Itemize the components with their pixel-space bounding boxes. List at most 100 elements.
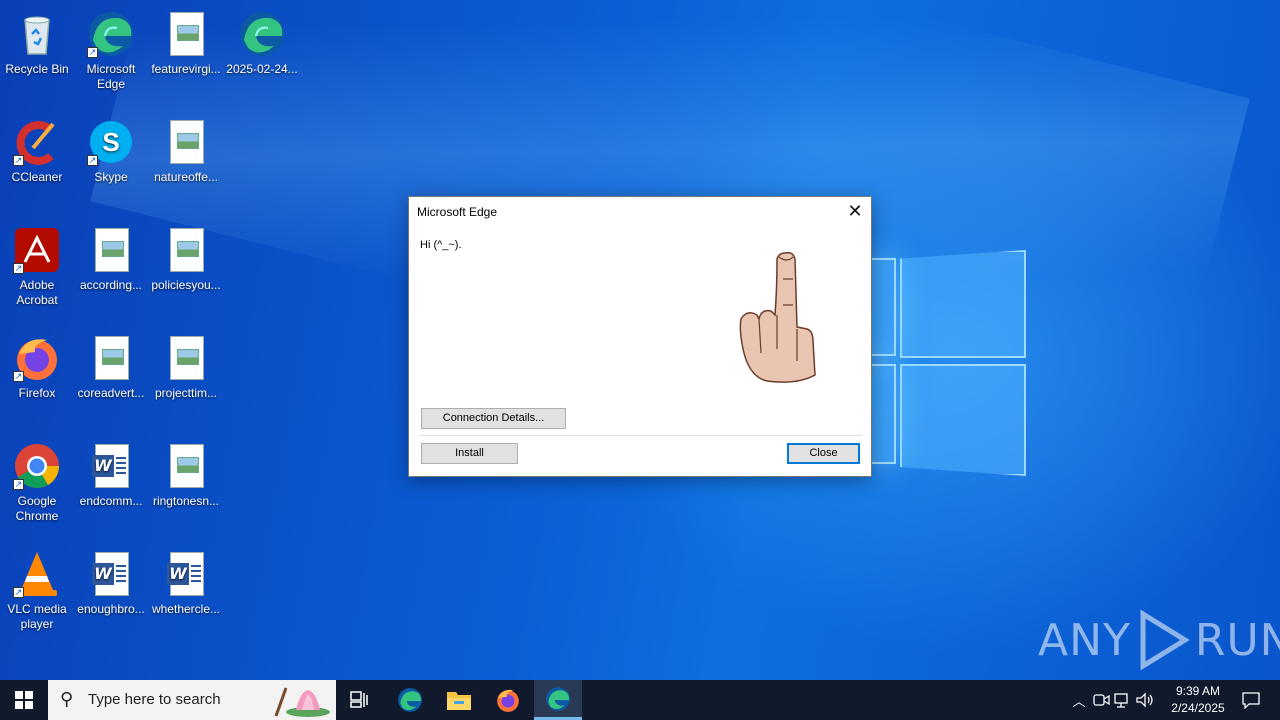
start-button[interactable] <box>0 680 48 720</box>
desktop-icon-label: natureoffe... <box>154 170 218 184</box>
desktop-icon-label: Skype <box>94 170 128 184</box>
clock[interactable]: 9:39 AM 2/24/2025 <box>1160 683 1236 717</box>
desktop-icon-skype[interactable]: S ↗ Skype <box>74 112 148 185</box>
meet-now-icon[interactable] <box>1090 691 1112 709</box>
edge-icon: ↗ <box>87 10 135 58</box>
windows-logo-wallpaper <box>870 240 1030 480</box>
desktop-icon-label: 2025-02-24... <box>226 62 298 76</box>
firefox-icon: ↗ <box>13 334 61 382</box>
divider <box>419 435 862 436</box>
lotus-icon <box>274 687 330 717</box>
system-tray: ︿ <box>1068 680 1156 720</box>
word-document-icon <box>162 550 210 598</box>
desktop-icon-file[interactable]: enoughbro... <box>74 544 148 617</box>
desktop-icon-label: Recycle Bin <box>5 62 69 76</box>
desktop-icon-file[interactable]: policiesyou... <box>149 220 223 293</box>
image-file-icon <box>87 334 135 382</box>
desktop-icon-label: featurevirgi... <box>151 62 221 76</box>
desktop-icon-label: VLC media player <box>7 602 67 631</box>
desktop-icon-firefox[interactable]: ↗ Firefox <box>0 328 74 401</box>
taskbar-search-box[interactable]: ⚲ Type here to search <box>48 680 336 720</box>
task-view-icon <box>350 691 368 708</box>
desktop-icon-label: Adobe Acrobat <box>16 278 58 307</box>
image-file-icon <box>162 226 210 274</box>
anyrun-watermark: ANY RUN <box>1038 608 1280 672</box>
desktop-icon-label: Microsoft Edge <box>86 62 136 91</box>
taskbar-file-explorer[interactable] <box>435 680 483 720</box>
taskbar: ⚲ Type here to search ︿ 9:39 AM 2/24/202… <box>0 680 1280 720</box>
edge-icon <box>546 686 570 711</box>
word-document-icon <box>87 550 135 598</box>
desktop-icon-microsoft-edge[interactable]: ↗ Microsoft Edge <box>74 4 148 92</box>
watermark-left-text: ANY <box>1038 614 1131 666</box>
taskbar-edge[interactable] <box>386 680 434 720</box>
chrome-icon: ↗ <box>13 442 61 490</box>
search-icon: ⚲ <box>60 689 74 710</box>
desktop-icon-label: CCleaner <box>11 170 63 184</box>
desktop-icon-label: Firefox <box>18 386 56 400</box>
desktop-icon-recycle-bin[interactable]: Recycle Bin <box>0 4 74 77</box>
dialog-message: Hi (^_~). <box>420 239 462 251</box>
image-file-icon <box>162 10 210 58</box>
network-icon[interactable] <box>1112 691 1134 709</box>
vlc-icon: ↗ <box>13 550 61 598</box>
desktop-icon-file[interactable]: endcomm... <box>74 436 148 509</box>
skype-icon: S ↗ <box>87 118 135 166</box>
install-button[interactable]: Install <box>421 443 518 464</box>
desktop-icon-vlc[interactable]: ↗ VLC media player <box>0 544 74 632</box>
firefox-icon <box>497 689 519 712</box>
desktop-icon-file[interactable]: featurevirgi... <box>149 4 223 77</box>
desktop-icon-file[interactable]: ringtonesn... <box>149 436 223 509</box>
close-icon[interactable]: ✕ <box>839 197 871 227</box>
desktop-icon-edge-file[interactable]: 2025-02-24... <box>225 4 299 77</box>
word-document-icon <box>87 442 135 490</box>
clock-time: 9:39 AM <box>1175 684 1221 698</box>
desktop-icon-label: according... <box>79 278 143 292</box>
dialog-title: Microsoft Edge <box>417 205 498 219</box>
desktop-icon-label: policiesyou... <box>151 278 221 292</box>
clock-date: 2/24/2025 <box>1171 701 1225 715</box>
svg-text:S: S <box>102 127 119 157</box>
watermark-right-text: RUN <box>1194 614 1280 666</box>
desktop-icon-google-chrome[interactable]: ↗ Google Chrome <box>0 436 74 524</box>
desktop-icon-file[interactable]: projecttim... <box>149 328 223 401</box>
image-file-icon <box>162 334 210 382</box>
play-icon <box>1140 610 1190 670</box>
desktop-icon-adobe-acrobat[interactable]: ↗ Adobe Acrobat <box>0 220 74 308</box>
desktop-icon-file[interactable]: according... <box>74 220 148 293</box>
image-file-icon <box>87 226 135 274</box>
desktop: Recycle Bin ↗ CCleaner ↗ Adobe Acrobat ↗… <box>0 0 1280 680</box>
middle-finger-hand-icon <box>739 251 816 383</box>
search-placeholder: Type here to search <box>88 691 221 708</box>
notification-icon <box>1242 692 1260 709</box>
windows-icon <box>15 691 33 709</box>
desktop-icon-label: Google Chrome <box>15 494 59 523</box>
file-explorer-icon <box>447 692 471 710</box>
desktop-icon-label: enoughbro... <box>77 602 145 616</box>
edge-icon <box>398 688 422 712</box>
image-file-icon <box>162 118 210 166</box>
volume-icon[interactable] <box>1134 691 1156 709</box>
desktop-icon-file[interactable]: coreadvert... <box>74 328 148 401</box>
edge-dialog: Microsoft Edge ✕ Hi (^_~). Connection De… <box>408 196 872 477</box>
connection-details-button[interactable]: Connection Details... <box>421 408 566 429</box>
desktop-icon-label: endcomm... <box>79 494 143 508</box>
taskbar-edge-active[interactable] <box>534 680 582 720</box>
desktop-icon-label: whethercle... <box>151 602 221 616</box>
taskbar-firefox[interactable] <box>484 680 532 720</box>
close-button[interactable]: Close <box>787 443 860 464</box>
desktop-icon-label: coreadvert... <box>77 386 145 400</box>
desktop-icon-label: ringtonesn... <box>152 494 220 508</box>
desktop-icon-label: projecttim... <box>154 386 217 400</box>
ccleaner-icon: ↗ <box>13 118 61 166</box>
task-view-button[interactable] <box>336 680 384 720</box>
desktop-icon-file[interactable]: whethercle... <box>149 544 223 617</box>
edge-icon <box>238 10 286 58</box>
acrobat-icon: ↗ <box>13 226 61 274</box>
notifications-button[interactable] <box>1234 680 1268 720</box>
image-file-icon <box>162 442 210 490</box>
chevron-up-icon[interactable]: ︿ <box>1068 691 1090 710</box>
recycle-bin-icon <box>13 10 61 58</box>
desktop-icon-file[interactable]: natureoffe... <box>149 112 223 185</box>
desktop-icon-ccleaner[interactable]: ↗ CCleaner <box>0 112 74 185</box>
